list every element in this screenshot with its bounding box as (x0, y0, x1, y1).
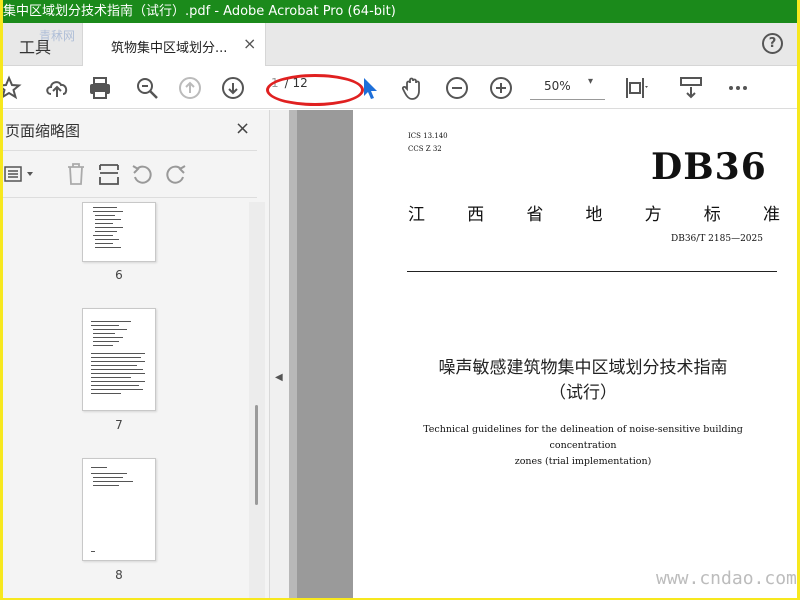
title-cn-line: 噪声敏感建筑物集中区域划分技术指南 (438, 358, 728, 378)
tab-document-label: 筑物集中区域划分... (111, 41, 228, 56)
acrobat-window: 集中区域划分技术指南（试行）.pdf - Adobe Acrobat Pro (… (3, 0, 797, 598)
panel-title: 页面缩略图 (5, 122, 81, 140)
thumbnail-page-number: 8 (115, 568, 123, 582)
thumbnail-page-number: 7 (115, 418, 123, 432)
document-title-en: Technical guidelines for the delineation… (403, 422, 763, 470)
thumbnail-toolbar (3, 150, 257, 198)
close-icon[interactable]: × (243, 34, 256, 53)
page-thumbnail[interactable] (82, 202, 156, 262)
page-thumbnail[interactable] (82, 458, 156, 561)
site-watermark-url: www.cndao.com (656, 568, 797, 589)
close-icon[interactable]: × (235, 118, 250, 139)
scroll-mode-icon[interactable] (677, 74, 705, 102)
title-en-line: Technical guidelines for the delineation… (423, 424, 743, 451)
title-cn-line: （试行） (549, 383, 617, 403)
heading-char: 准 (762, 205, 780, 225)
more-icon[interactable] (724, 74, 752, 102)
ccs-code: CCS Z 32 (408, 145, 442, 153)
zoom-in-icon[interactable] (487, 74, 515, 102)
page-thumbnails-panel: 页面缩略图 × 6 7 8 (3, 110, 270, 598)
hand-tool-icon[interactable] (399, 74, 427, 102)
document-background-edge (289, 110, 297, 598)
rotate-right-icon[interactable] (163, 161, 189, 187)
document-background (289, 110, 353, 598)
tab-tools[interactable]: 工具 (19, 34, 51, 58)
heading-char: 地 (585, 205, 603, 225)
title-en-line: zones (trial implementation) (514, 456, 652, 467)
panel-collapse-handle[interactable]: ◀ (270, 110, 289, 598)
main-toolbar: 1/ 12 50% ▾ (3, 66, 797, 109)
fit-page-icon[interactable] (621, 74, 649, 102)
tab-document[interactable]: 筑物集中区域划分... × (82, 23, 266, 67)
heading-char: 西 (467, 205, 485, 225)
document-title-cn: 噪声敏感建筑物集中区域划分技术指南 （试行） (413, 356, 753, 406)
window-title-bar: 集中区域划分技术指南（试行）.pdf - Adobe Acrobat Pro (… (3, 0, 797, 23)
insert-page-icon[interactable] (96, 161, 122, 187)
heading-char: 省 (526, 205, 544, 225)
zoom-search-icon[interactable] (133, 74, 161, 102)
chevron-down-icon[interactable]: ▾ (588, 76, 593, 87)
zoom-level-field[interactable]: 50% (530, 74, 605, 100)
window-title: 集中区域划分技术指南（试行）.pdf - Adobe Acrobat Pro (… (3, 4, 396, 19)
trash-icon[interactable] (63, 161, 89, 187)
print-icon[interactable] (86, 74, 114, 102)
divider (407, 271, 777, 272)
ics-code: ICS 13.140 (408, 132, 448, 140)
heading-char: 方 (644, 205, 662, 225)
scrollbar-thumb[interactable] (255, 405, 258, 505)
heading-char: 标 (703, 205, 721, 225)
upload-cloud-icon[interactable] (43, 74, 71, 102)
rotate-left-icon[interactable] (129, 161, 155, 187)
collapse-arrow-icon: ◀ (275, 372, 283, 383)
page-down-icon[interactable] (219, 74, 247, 102)
heading-char: 江 (408, 205, 425, 225)
standard-number: DB36/T 2185—2025 (671, 234, 763, 244)
page-thumbnail[interactable] (82, 308, 156, 411)
help-icon[interactable]: ? (762, 33, 783, 54)
annotation-oval (266, 74, 364, 106)
star-icon[interactable] (3, 74, 23, 102)
province-standard-heading: 江 西 省 地 方 标 准 (408, 200, 780, 225)
zoom-value: 50% (544, 79, 571, 93)
zoom-out-icon[interactable] (443, 74, 471, 102)
thumbnail-scrollbar[interactable] (249, 202, 265, 598)
options-menu-icon[interactable] (3, 161, 33, 187)
tab-strip: 青秫网 工具 筑物集中区域划分... × ? (3, 23, 797, 67)
document-page: ICS 13.140 CCS Z 32 DB36 江 西 省 地 方 标 准 D… (353, 110, 797, 598)
thumbnail-page-number: 6 (115, 268, 123, 282)
standard-code: DB36 (651, 146, 767, 188)
page-up-icon[interactable] (176, 74, 204, 102)
